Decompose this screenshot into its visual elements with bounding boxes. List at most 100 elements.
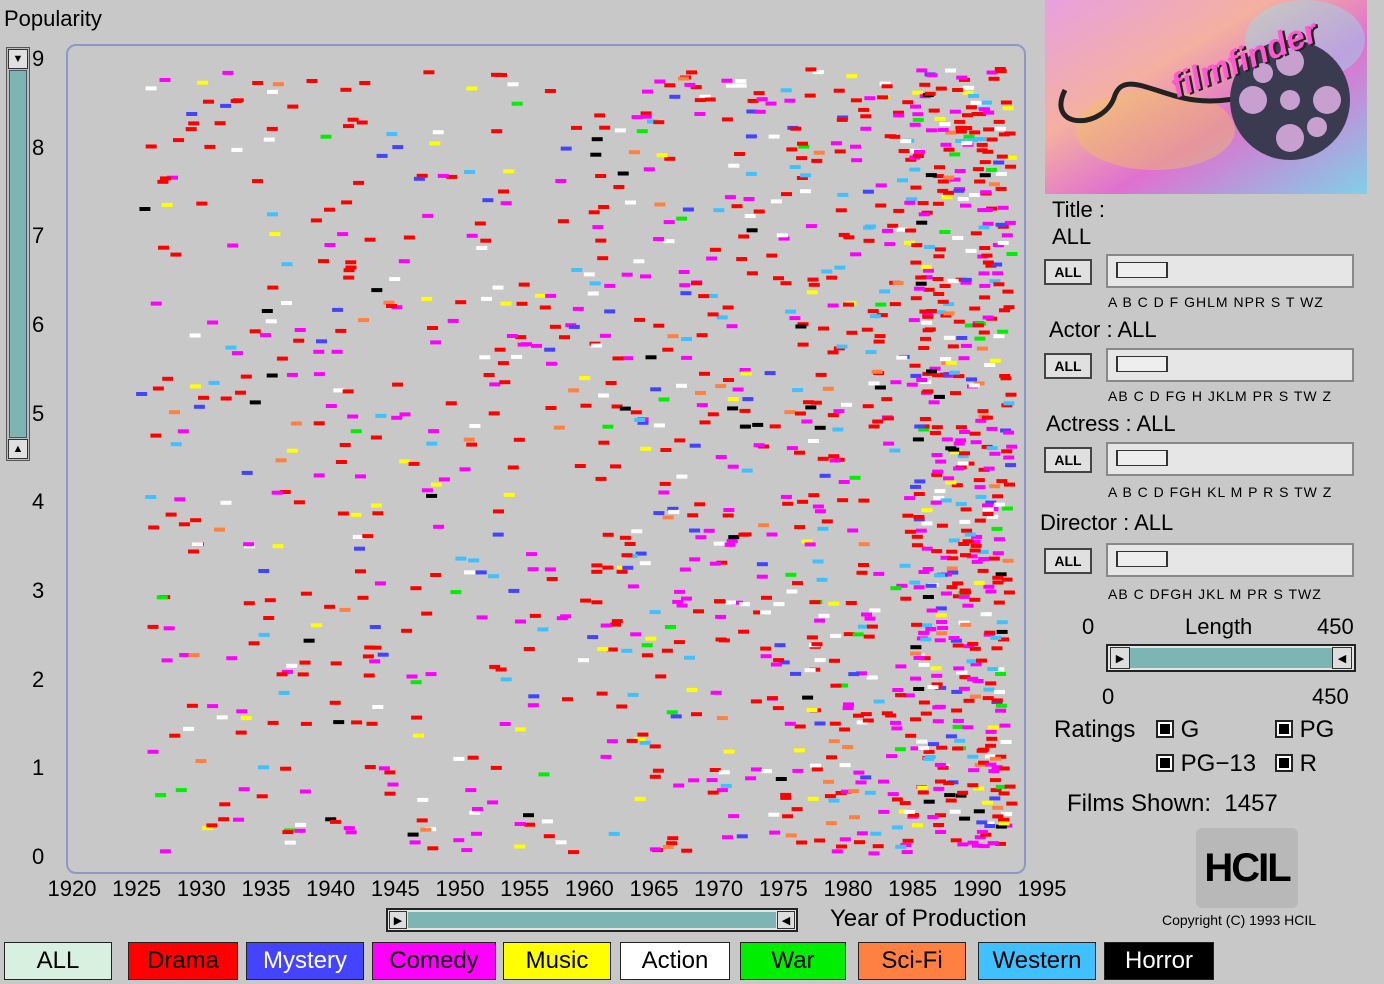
film-point[interactable]	[595, 476, 607, 481]
film-point[interactable]	[590, 343, 602, 348]
film-point[interactable]	[814, 721, 826, 726]
film-point[interactable]	[459, 467, 471, 472]
film-point[interactable]	[300, 721, 312, 726]
film-point[interactable]	[912, 117, 924, 122]
film-point[interactable]	[696, 403, 708, 408]
film-point[interactable]	[666, 841, 678, 846]
film-point[interactable]	[752, 422, 764, 427]
film-point[interactable]	[145, 86, 157, 91]
film-point[interactable]	[420, 827, 432, 832]
film-point[interactable]	[886, 754, 897, 759]
film-point[interactable]	[933, 394, 945, 399]
film-point[interactable]	[928, 742, 939, 747]
film-point[interactable]	[392, 382, 404, 387]
film-point[interactable]	[936, 631, 948, 636]
film-point[interactable]	[969, 548, 981, 553]
film-point[interactable]	[811, 158, 823, 163]
film-point[interactable]	[673, 640, 685, 645]
film-point[interactable]	[760, 646, 772, 651]
film-point[interactable]	[1004, 131, 1016, 136]
film-point[interactable]	[750, 767, 762, 772]
film-point[interactable]	[639, 561, 651, 566]
film-point[interactable]	[728, 535, 740, 540]
film-point[interactable]	[431, 482, 442, 487]
film-point[interactable]	[624, 542, 636, 546]
film-point[interactable]	[970, 231, 982, 236]
film-point[interactable]	[914, 150, 925, 154]
film-point[interactable]	[825, 821, 837, 826]
director-all-button[interactable]: ALL	[1044, 548, 1092, 574]
film-point[interactable]	[985, 681, 997, 686]
film-point[interactable]	[370, 435, 382, 440]
film-point[interactable]	[626, 738, 638, 743]
film-point[interactable]	[943, 147, 955, 152]
film-point[interactable]	[421, 611, 433, 616]
film-point[interactable]	[538, 772, 550, 777]
film-point[interactable]	[742, 397, 754, 402]
film-point[interactable]	[797, 499, 809, 504]
film-point[interactable]	[676, 603, 688, 608]
film-point[interactable]	[952, 746, 964, 751]
film-point[interactable]	[681, 337, 692, 341]
film-point[interactable]	[921, 623, 933, 628]
film-point[interactable]	[411, 715, 423, 720]
film-point[interactable]	[674, 438, 686, 443]
film-point[interactable]	[715, 455, 727, 459]
film-point[interactable]	[817, 456, 829, 461]
film-point[interactable]	[433, 524, 445, 529]
film-point[interactable]	[661, 648, 673, 653]
film-point[interactable]	[836, 844, 847, 849]
film-point[interactable]	[960, 203, 971, 208]
film-point[interactable]	[637, 732, 649, 737]
film-point[interactable]	[580, 598, 592, 603]
film-point[interactable]	[968, 94, 980, 98]
film-point[interactable]	[932, 469, 944, 474]
film-point[interactable]	[476, 246, 488, 250]
film-point[interactable]	[684, 82, 696, 87]
film-point[interactable]	[744, 214, 756, 218]
film-point[interactable]	[1001, 449, 1013, 454]
film-point[interactable]	[949, 370, 960, 375]
film-point[interactable]	[235, 730, 247, 735]
film-point[interactable]	[915, 281, 927, 286]
film-point[interactable]	[896, 355, 908, 360]
film-point[interactable]	[978, 330, 990, 335]
film-point[interactable]	[978, 271, 990, 276]
film-point[interactable]	[823, 779, 834, 784]
film-point[interactable]	[912, 90, 924, 95]
film-point[interactable]	[337, 232, 349, 237]
film-point[interactable]	[507, 82, 519, 87]
film-point[interactable]	[953, 188, 965, 193]
film-point[interactable]	[643, 167, 655, 172]
film-point[interactable]	[608, 831, 620, 836]
film-point[interactable]	[790, 126, 802, 131]
film-point[interactable]	[480, 238, 492, 243]
film-point[interactable]	[946, 549, 958, 554]
film-point[interactable]	[993, 334, 1005, 339]
film-point[interactable]	[204, 144, 216, 149]
film-point[interactable]	[794, 748, 805, 753]
film-point[interactable]	[161, 658, 173, 663]
film-point[interactable]	[731, 204, 743, 209]
film-point[interactable]	[469, 810, 481, 815]
film-point[interactable]	[527, 567, 539, 572]
film-point[interactable]	[952, 236, 964, 240]
film-point[interactable]	[653, 511, 665, 516]
film-point[interactable]	[846, 330, 858, 335]
film-point[interactable]	[707, 790, 719, 795]
film-point[interactable]	[175, 788, 187, 793]
genre-button-horror[interactable]: Horror	[1104, 942, 1214, 980]
film-point[interactable]	[169, 410, 180, 415]
film-point[interactable]	[320, 134, 332, 139]
film-point[interactable]	[889, 448, 901, 453]
film-point[interactable]	[782, 501, 794, 506]
film-point[interactable]	[812, 504, 824, 509]
film-point[interactable]	[991, 526, 1003, 531]
film-point[interactable]	[951, 708, 963, 713]
film-point[interactable]	[389, 277, 401, 281]
film-point[interactable]	[829, 458, 841, 463]
film-point[interactable]	[738, 629, 750, 634]
film-point[interactable]	[934, 704, 946, 709]
film-point[interactable]	[952, 643, 964, 648]
film-point[interactable]	[640, 446, 652, 451]
